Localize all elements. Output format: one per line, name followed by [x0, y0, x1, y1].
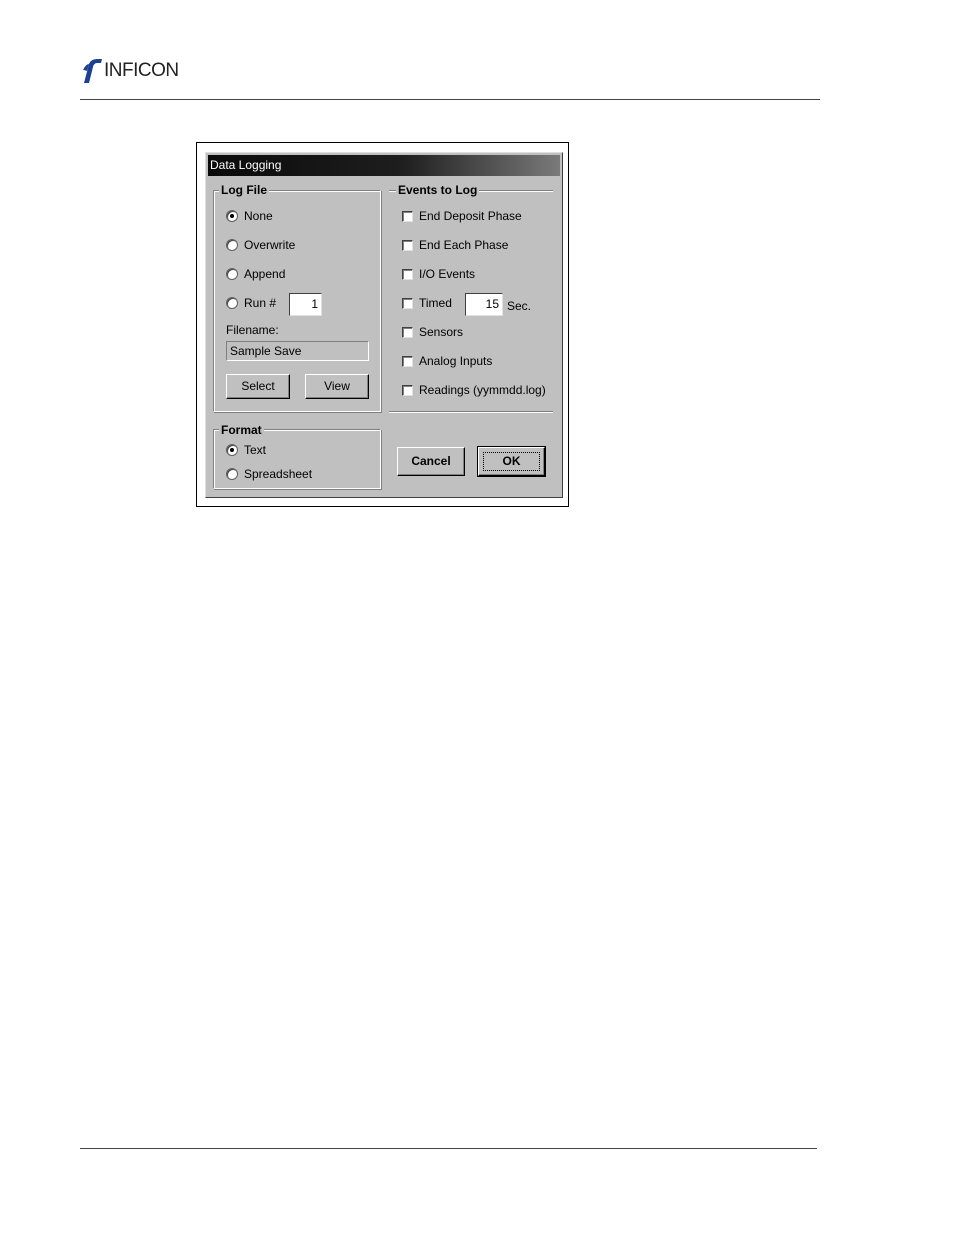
log-file-legend: Log File [219, 183, 269, 197]
dialog-title-bar[interactable]: Data Logging [208, 155, 560, 176]
event-timed-label: Timed [419, 296, 452, 310]
filename-label: Filename: [226, 323, 279, 337]
log-run-label: Run # [244, 296, 277, 310]
event-analog-row[interactable]: Analog Inputs [402, 353, 492, 369]
events-legend: Events to Log [396, 183, 480, 197]
event-end-each-row[interactable]: End Each Phase [402, 237, 508, 253]
log-run-radio-row[interactable]: Run # [226, 295, 276, 311]
timed-unit-label: Sec. [507, 299, 532, 313]
format-spreadsheet-radio[interactable] [226, 468, 238, 480]
logo-wordmark: INFICON [104, 60, 179, 81]
data-logging-dialog: Data Logging Log File None Overwrite App… [205, 152, 563, 498]
event-io-label: I/O Events [419, 267, 476, 281]
event-timed-row[interactable]: Timed [402, 295, 452, 311]
run-number-field[interactable]: 1 [289, 293, 322, 316]
log-run-radio[interactable] [226, 297, 238, 309]
select-button[interactable]: Select [226, 374, 290, 399]
log-overwrite-label: Overwrite [244, 238, 296, 252]
log-append-radio[interactable] [226, 268, 238, 280]
event-readings-checkbox[interactable] [402, 384, 413, 396]
event-io-row[interactable]: I/O Events [402, 266, 475, 282]
format-text-radio[interactable] [226, 444, 238, 456]
event-sensors-row[interactable]: Sensors [402, 324, 463, 340]
inficon-logo-mark-icon [83, 59, 102, 83]
event-readings-label: Readings (yymmdd.log) [419, 383, 546, 397]
footer-rule [80, 1148, 817, 1149]
event-end-deposit-label: End Deposit Phase [419, 209, 522, 223]
event-end-each-checkbox[interactable] [402, 239, 413, 251]
log-none-label: None [244, 209, 273, 223]
ok-focus-rect [483, 452, 540, 471]
inficon-logo: INFICON [80, 58, 210, 84]
format-legend: Format [219, 423, 264, 437]
timed-seconds-field[interactable]: 15 [465, 293, 503, 316]
event-analog-label: Analog Inputs [419, 354, 493, 368]
format-spreadsheet-radio-row[interactable]: Spreadsheet [226, 466, 312, 482]
header-rule [80, 99, 820, 100]
event-end-deposit-checkbox[interactable] [402, 210, 413, 222]
event-io-checkbox[interactable] [402, 268, 413, 280]
log-overwrite-radio[interactable] [226, 239, 238, 251]
event-analog-checkbox[interactable] [402, 355, 413, 367]
event-sensors-label: Sensors [419, 325, 464, 339]
view-button[interactable]: View [305, 374, 369, 399]
event-readings-row[interactable]: Readings (yymmdd.log) [402, 382, 546, 398]
log-append-radio-row[interactable]: Append [226, 266, 285, 282]
format-spreadsheet-label: Spreadsheet [244, 467, 313, 481]
events-bottom-line [389, 411, 553, 412]
format-text-radio-row[interactable]: Text [226, 442, 266, 458]
event-end-each-label: End Each Phase [419, 238, 509, 252]
format-text-label: Text [244, 443, 267, 457]
ok-button[interactable]: OK [477, 446, 546, 477]
log-none-radio-row[interactable]: None [226, 208, 273, 224]
log-append-label: Append [244, 267, 286, 281]
event-end-deposit-row[interactable]: End Deposit Phase [402, 208, 522, 224]
filename-field[interactable]: Sample Save [226, 341, 369, 361]
log-overwrite-radio-row[interactable]: Overwrite [226, 237, 295, 253]
event-timed-checkbox[interactable] [402, 297, 413, 309]
cancel-button[interactable]: Cancel [397, 447, 465, 476]
log-none-radio[interactable] [226, 210, 238, 222]
event-sensors-checkbox[interactable] [402, 326, 413, 338]
